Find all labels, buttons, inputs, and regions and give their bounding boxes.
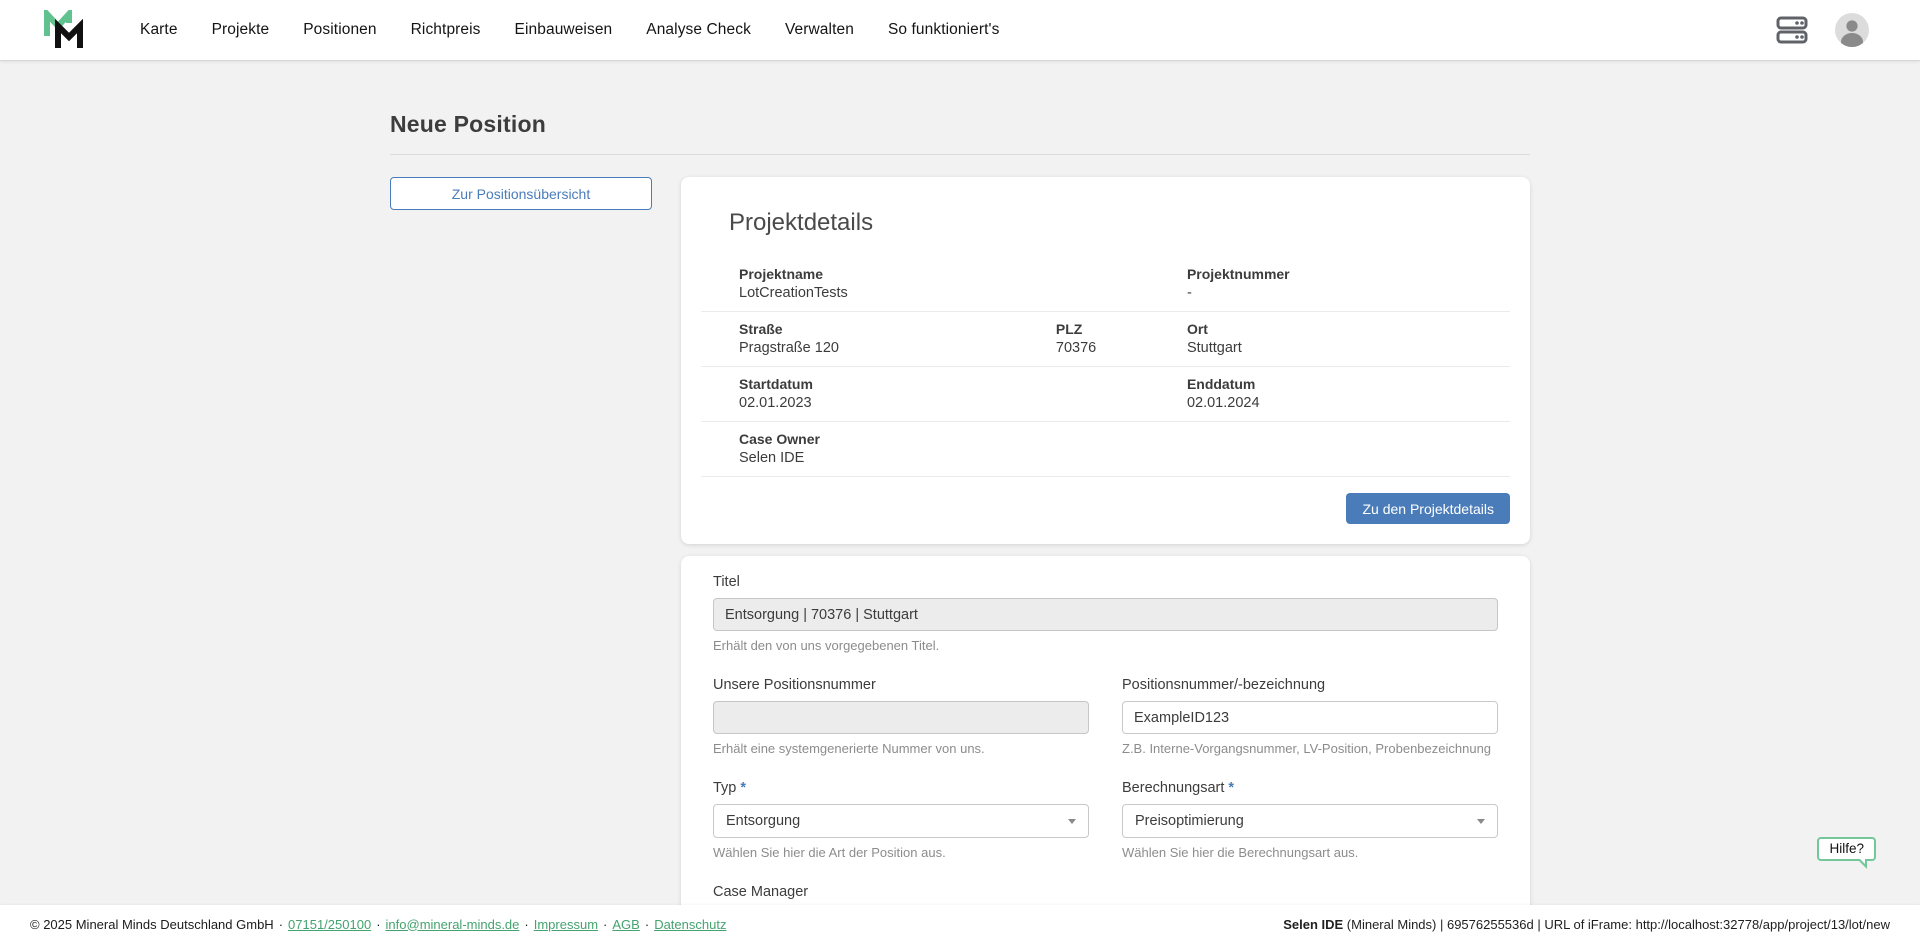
typ-select-value: Entsorgung [726, 813, 800, 829]
required-asterisk: * [740, 780, 746, 796]
chevron-down-icon [1068, 819, 1076, 824]
ort-label: Ort [1187, 321, 1510, 337]
case-owner-value: Selen IDE [739, 450, 1187, 466]
ort-value: Stuttgart [1187, 340, 1510, 356]
typ-label: Typ* [713, 780, 1089, 796]
unsere-positionsnummer-field: Unsere Positionsnummer Erhält eine syste… [713, 677, 1089, 756]
table-row: Projektname LotCreationTests Projektnumm… [701, 257, 1510, 312]
strasse-value: Pragstraße 120 [739, 340, 1056, 356]
nav-item-richtpreis[interactable]: Richtpreis [411, 21, 481, 39]
phone-link[interactable]: 07151/250100 [288, 917, 371, 932]
footer: © 2025 Mineral Minds Deutschland GmbH · … [0, 905, 1920, 943]
required-asterisk: * [1228, 780, 1234, 796]
main-content: Neue Position Zur Positionsübersicht Pro… [0, 61, 1920, 905]
nav-item-verwalten[interactable]: Verwalten [785, 21, 854, 39]
typ-helper: Wählen Sie hier die Art der Position aus… [713, 845, 1089, 860]
positionsnummer-helper: Z.B. Interne-Vorgangsnummer, LV-Position… [1122, 741, 1498, 756]
nav-item-positionen[interactable]: Positionen [303, 21, 376, 39]
help-button[interactable]: Hilfe? [1817, 837, 1876, 861]
plz-label: PLZ [1056, 321, 1187, 337]
case-owner-label: Case Owner [739, 431, 1187, 447]
positionsnummer-field: Positionsnummer/-bezeichnung Z.B. Intern… [1122, 677, 1498, 756]
startdatum-value: 02.01.2023 [739, 395, 1187, 411]
case-manager-label: Case Manager [713, 884, 1498, 900]
projektname-value: LotCreationTests [739, 285, 1187, 301]
page-title: Neue Position [390, 111, 1530, 138]
titel-input [713, 598, 1498, 631]
plz-value: 70376 [1056, 340, 1187, 356]
email-link[interactable]: info@mineral-minds.de [386, 917, 520, 932]
back-to-positions-button[interactable]: Zur Positionsübersicht [390, 177, 652, 210]
mineral-minds-logo-icon[interactable] [44, 10, 84, 50]
titel-field: Titel Erhält den von uns vorgegebenen Ti… [713, 574, 1498, 653]
projektnummer-label: Projektnummer [1187, 266, 1510, 282]
nav-item-karte[interactable]: Karte [140, 21, 178, 39]
minus-icon[interactable] [1484, 217, 1488, 225]
titel-label: Titel [713, 574, 1498, 590]
berechnungsart-select[interactable]: Preisoptimierung [1122, 804, 1498, 838]
chevron-down-icon [1477, 819, 1485, 824]
nav-item-analyse-check[interactable]: Analyse Check [646, 21, 751, 39]
positionsnummer-label: Positionsnummer/-bezeichnung [1122, 677, 1498, 693]
typ-select[interactable]: Entsorgung [713, 804, 1089, 838]
datenschutz-link[interactable]: Datenschutz [654, 917, 726, 932]
enddatum-value: 02.01.2024 [1187, 395, 1510, 411]
unsere-positionsnummer-helper: Erhält eine systemgenerierte Nummer von … [713, 741, 1089, 756]
project-details-card: Projektdetails Projektname LotCreationTe… [681, 177, 1530, 544]
berechnungsart-label: Berechnungsart* [1122, 780, 1498, 796]
project-details-title: Projektdetails [729, 209, 873, 237]
table-row: Straße Pragstraße 120 PLZ 70376 Ort Stut… [701, 312, 1510, 367]
help-label: Hilfe? [1829, 841, 1864, 856]
session-user: Selen IDE [1283, 917, 1343, 932]
table-row: Startdatum 02.01.2023 Enddatum 02.01.202… [701, 367, 1510, 422]
projektname-label: Projektname [739, 266, 1187, 282]
startdatum-label: Startdatum [739, 376, 1187, 392]
berechnungsart-helper: Wählen Sie hier die Berechnungsart aus. [1122, 845, 1498, 860]
berechnungsart-select-value: Preisoptimierung [1135, 813, 1244, 829]
impressum-link[interactable]: Impressum [534, 917, 598, 932]
berechnungsart-field: Berechnungsart* Preisoptimierung Wählen … [1122, 780, 1498, 860]
projektnummer-value: - [1187, 285, 1510, 301]
dns-icon[interactable] [1775, 16, 1809, 44]
typ-field: Typ* Entsorgung Wählen Sie hier die Art … [713, 780, 1089, 860]
title-divider [390, 154, 1530, 155]
titel-helper: Erhält den von uns vorgegebenen Titel. [713, 638, 1498, 653]
top-navigation-bar: Karte Projekte Positionen Richtpreis Ein… [0, 0, 1920, 61]
nav-item-so-funktionierts[interactable]: So funktioniert's [888, 21, 1000, 39]
new-position-form-card: Titel Erhält den von uns vorgegebenen Ti… [681, 556, 1530, 943]
unsere-positionsnummer-input [713, 701, 1089, 734]
nav-item-projekte[interactable]: Projekte [212, 21, 270, 39]
project-details-table: Projektname LotCreationTests Projektnumm… [701, 257, 1510, 477]
unsere-positionsnummer-label: Unsere Positionsnummer [713, 677, 1089, 693]
to-project-details-button[interactable]: Zu den Projektdetails [1346, 493, 1510, 524]
agb-link[interactable]: AGB [612, 917, 639, 932]
strasse-label: Straße [739, 321, 1056, 337]
enddatum-label: Enddatum [1187, 376, 1510, 392]
copyright-text: © 2025 Mineral Minds Deutschland GmbH [30, 917, 274, 932]
session-details: (Mineral Minds) | 69576255536d | URL of … [1343, 917, 1890, 932]
session-info: Selen IDE (Mineral Minds) | 69576255536d… [1283, 917, 1890, 932]
avatar-icon[interactable] [1834, 12, 1870, 48]
positionsnummer-input[interactable] [1122, 701, 1498, 734]
main-nav: Karte Projekte Positionen Richtpreis Ein… [140, 21, 999, 39]
table-row: Case Owner Selen IDE [701, 422, 1510, 477]
nav-item-einbauweisen[interactable]: Einbauweisen [515, 21, 613, 39]
